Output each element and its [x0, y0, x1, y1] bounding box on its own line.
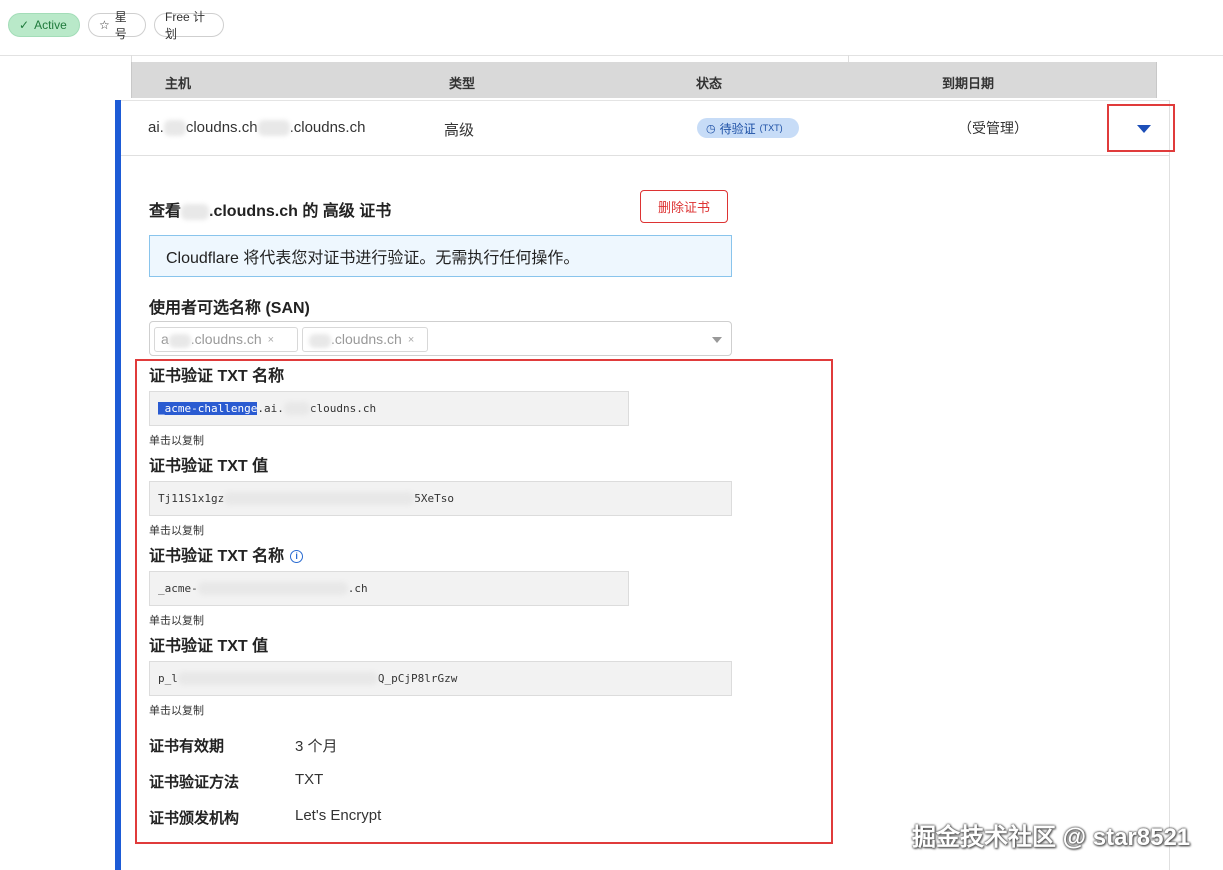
star-icon: ☆	[99, 18, 110, 32]
copy-hint: 单击以复制	[149, 525, 204, 537]
title-suffix: .cloudns.ch 的 高级 证书	[209, 203, 392, 220]
plan-badge[interactable]: Free 计划	[154, 10, 224, 41]
copy-hint: 单击以复制	[149, 435, 204, 447]
validity-label: 证书有效期	[149, 738, 225, 755]
redacted-block	[257, 120, 290, 137]
expiry-cell: （受管理）	[958, 120, 1028, 136]
star-label: 星号	[114, 10, 127, 41]
table-header-frame	[131, 55, 849, 62]
validation-value-field[interactable]: Tj11S1x1gz 5XeTso	[149, 481, 732, 516]
method-label: 证书验证方法	[149, 774, 240, 791]
redacted-block	[181, 203, 210, 220]
status-badge-active: ✓ Active	[8, 13, 80, 37]
active-label: Active	[34, 18, 67, 32]
check-icon: ✓	[19, 18, 30, 32]
host-mid: cloudns.ch	[185, 119, 258, 136]
issuer-value: Let's Encrypt	[295, 807, 382, 824]
panel-accent-bar	[115, 100, 121, 870]
value-text: .ai.	[257, 402, 284, 415]
san-label: 使用者可选名称 (SAN)	[149, 300, 310, 317]
host-suffix: .cloudns.ch	[289, 119, 366, 136]
san-tag-text: .cloudns.ch	[331, 331, 402, 348]
validation-name-label: 证书验证 TXT 名称 i	[149, 542, 304, 566]
certificate-title: 查看 .cloudns.ch 的 高级 证书	[149, 197, 391, 221]
caret-down-icon	[1137, 125, 1151, 133]
status-tag: (TXT)	[759, 123, 783, 133]
value-tail: 5XeTso	[414, 492, 454, 505]
star-button[interactable]: ☆ 星号	[88, 10, 146, 41]
info-banner: Cloudflare 将代表您对证书进行验证。无需执行任何操作。	[149, 235, 732, 277]
host-prefix: ai.	[148, 119, 164, 136]
title-prefix: 查看	[149, 203, 182, 220]
redacted-block	[197, 582, 348, 595]
column-status: 状态	[696, 76, 723, 91]
type-cell: 高级	[444, 122, 475, 139]
label-text: 证书验证 TXT 名称	[149, 548, 285, 565]
validation-value-field[interactable]: p_l Q_pCjP8lrGzw	[149, 661, 732, 696]
dropdown-caret-icon[interactable]	[712, 337, 722, 343]
expand-toggle-button[interactable]	[1107, 104, 1175, 152]
validation-name-value[interactable]: _acme-challenge .ai. cloudns.ch	[149, 391, 629, 426]
value-text: Tj11S1x1gz	[158, 492, 225, 505]
copy-hint: 单击以复制	[149, 615, 204, 627]
san-tag-text: .cloudns.ch	[190, 331, 262, 348]
host-cell[interactable]: ai. cloudns.ch .cloudns.ch	[148, 119, 366, 137]
row-divider	[121, 155, 1169, 156]
redacted-block	[309, 333, 331, 348]
validation-value-label: 证书验证 TXT 值	[149, 458, 269, 475]
status-label: 待验证	[719, 121, 756, 136]
table-header: 主机 类型 状态 到期日期	[131, 62, 1157, 98]
redacted-block	[163, 120, 186, 137]
method-value: TXT	[295, 771, 324, 788]
san-select[interactable]: a .cloudns.ch × .cloudns.ch ×	[149, 321, 732, 356]
value-text: p_l	[158, 672, 178, 685]
value-tail: .ch	[347, 582, 368, 595]
redacted-block	[168, 333, 191, 348]
status-badge: ◷ 待验证 (TXT)	[697, 118, 799, 138]
copy-hint: 单击以复制	[149, 705, 204, 717]
value-text: _acme-	[158, 582, 198, 595]
redacted-block	[224, 492, 415, 505]
plan-label: Free 计划	[165, 10, 206, 41]
column-expiry: 到期日期	[942, 76, 995, 91]
validation-name-value[interactable]: _acme- .ch	[149, 571, 629, 606]
san-tag[interactable]: a .cloudns.ch ×	[154, 327, 298, 352]
column-type: 类型	[449, 76, 476, 91]
value-tail: Q_pCjP8lrGzw	[377, 672, 458, 685]
clock-icon: ◷	[706, 122, 716, 135]
delete-certificate-button[interactable]: 删除证书	[640, 190, 728, 223]
issuer-label: 证书颁发机构	[149, 810, 240, 827]
panel-right-border	[1169, 100, 1170, 870]
selected-text: _acme-challenge	[158, 402, 258, 415]
watermark: 掘金技术社区 @ star8521	[912, 824, 1191, 851]
column-host: 主机	[165, 76, 192, 91]
info-icon[interactable]: i	[290, 550, 304, 563]
san-tag[interactable]: .cloudns.ch ×	[302, 327, 428, 352]
redacted-block	[177, 672, 378, 685]
san-tag-prefix: a	[161, 331, 169, 348]
remove-tag-icon[interactable]: ×	[408, 334, 414, 346]
value-tail: cloudns.ch	[309, 402, 377, 415]
redacted-block	[283, 402, 310, 415]
info-message: Cloudflare 将代表您对证书进行验证。无需执行任何操作。	[166, 250, 580, 267]
row-divider	[121, 100, 1169, 101]
validity-value: 3 个月	[295, 738, 338, 755]
validation-value-label: 证书验证 TXT 值	[149, 638, 269, 655]
validation-name-label: 证书验证 TXT 名称	[149, 368, 285, 385]
remove-tag-icon[interactable]: ×	[268, 334, 274, 346]
